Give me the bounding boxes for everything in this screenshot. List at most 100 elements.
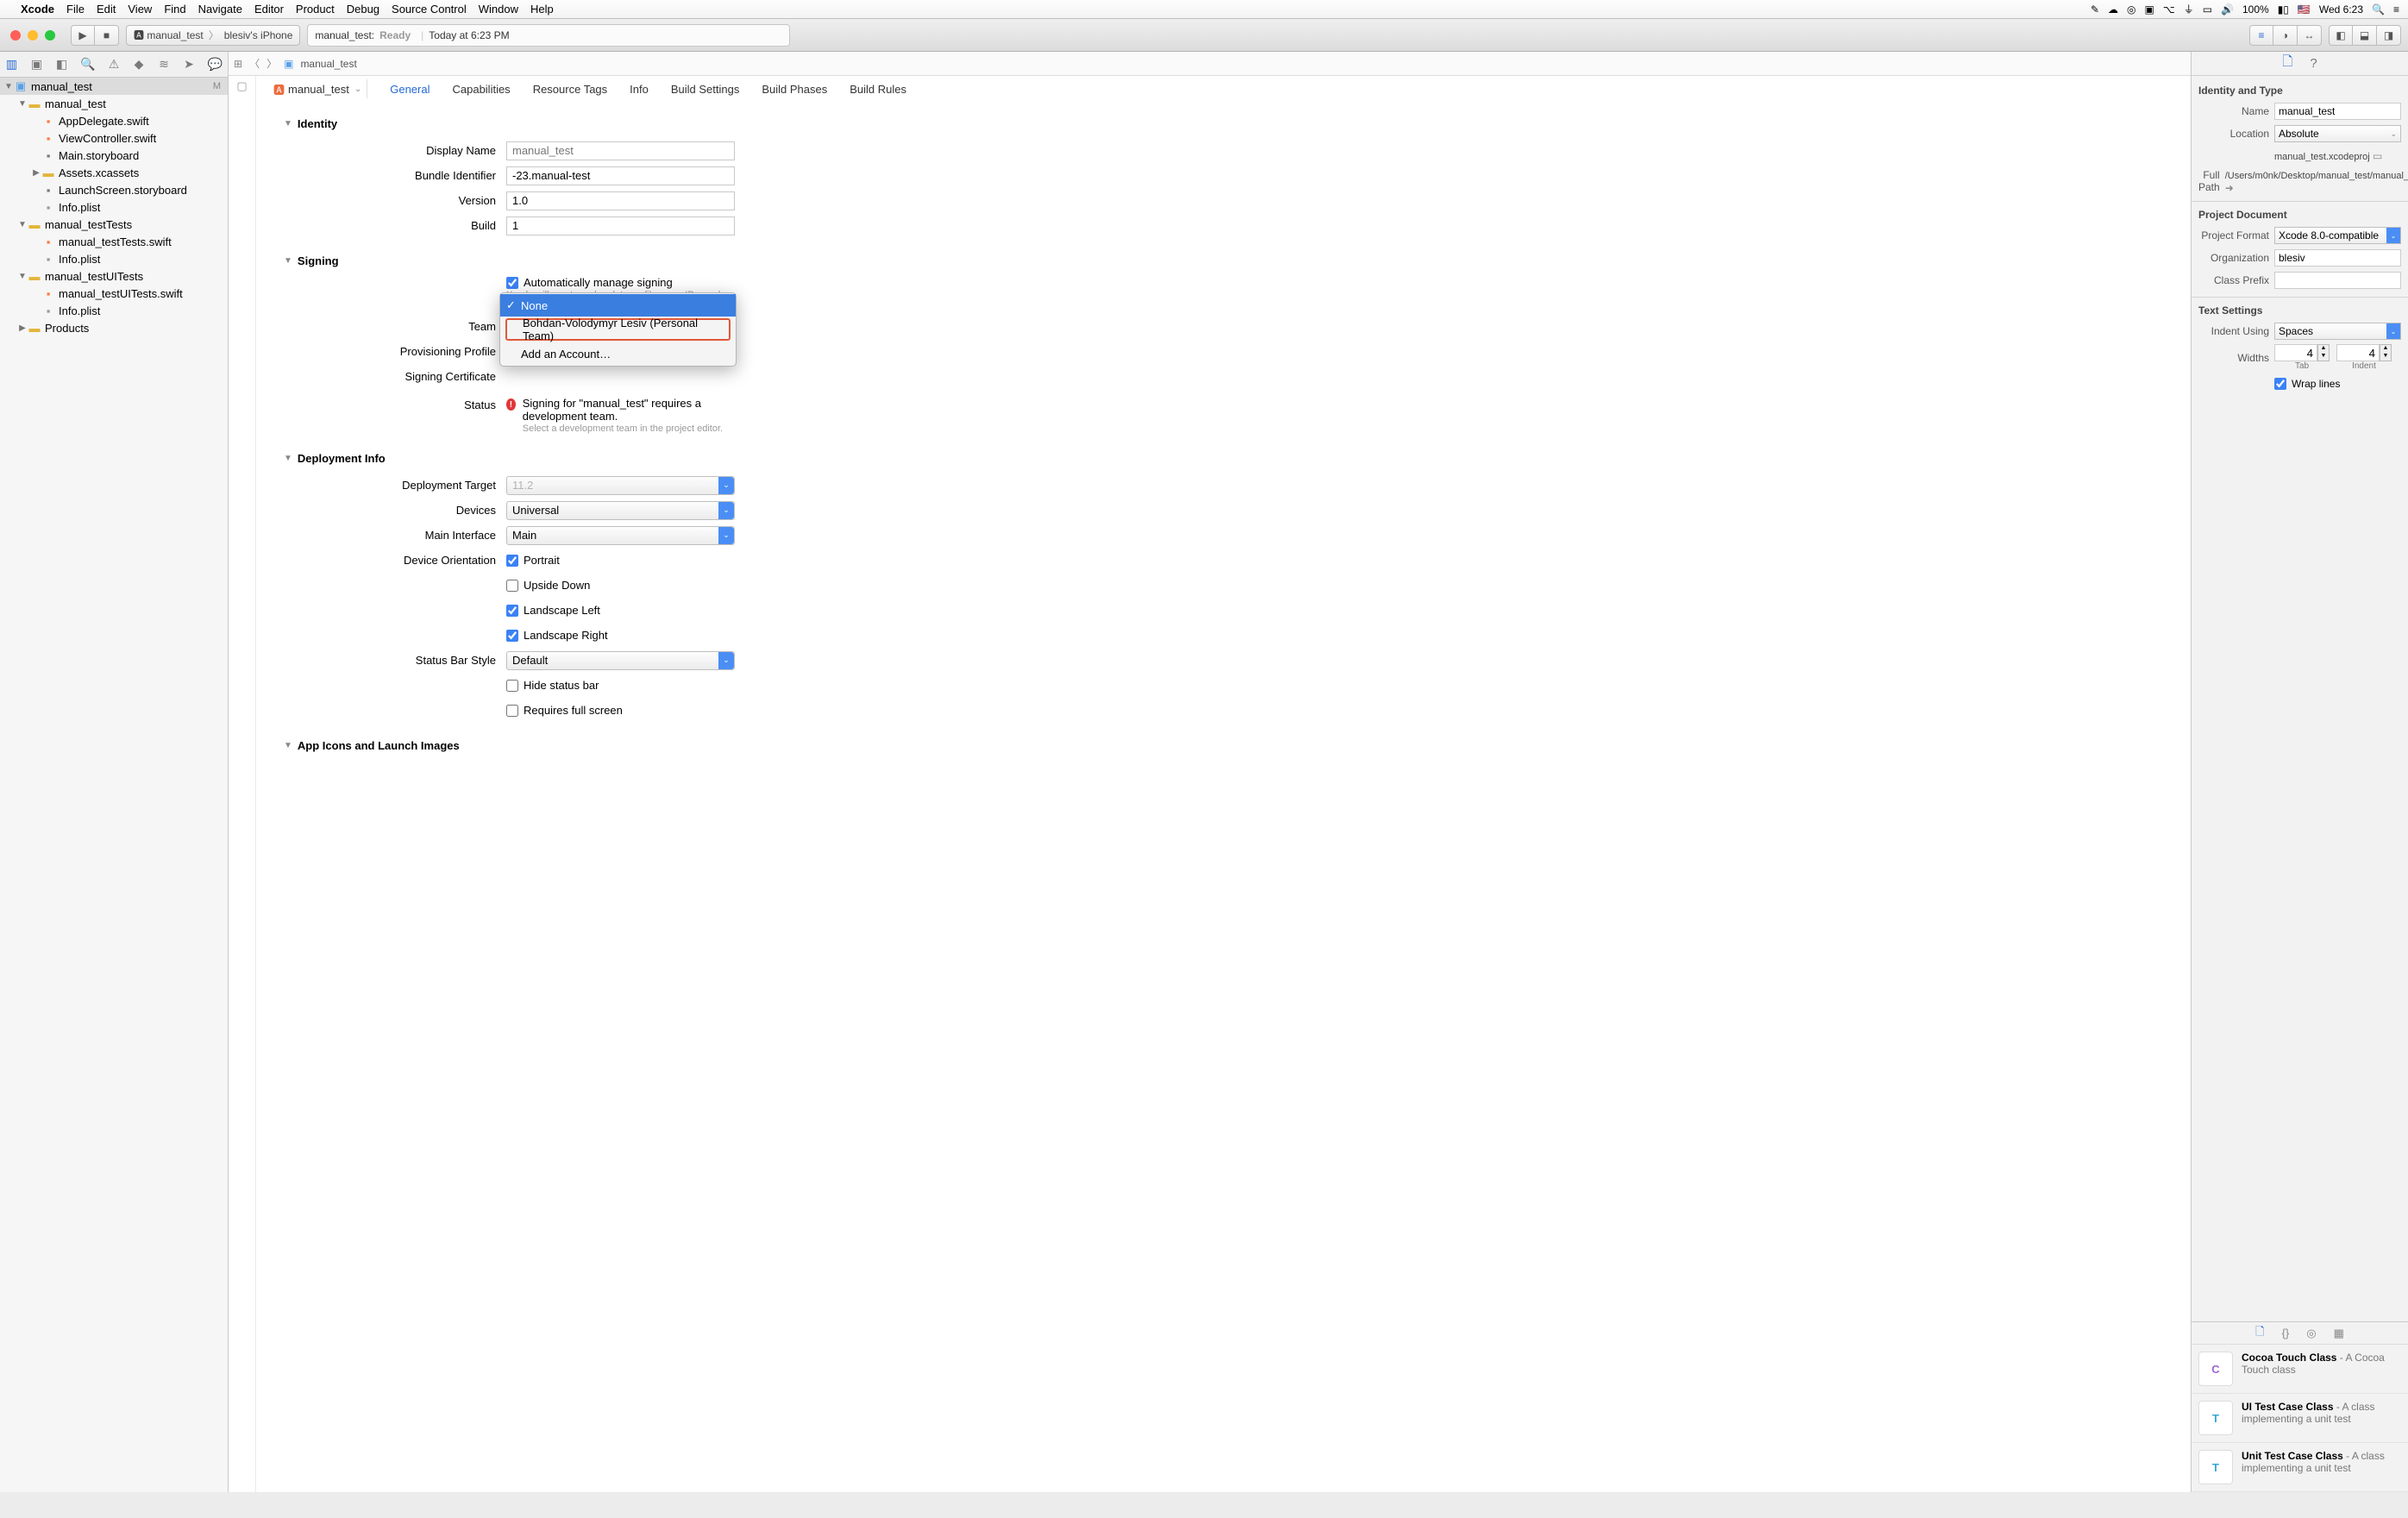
test-navigator-icon[interactable]: ◆ (133, 57, 146, 72)
media-library-icon[interactable]: ▦ (2334, 1327, 2344, 1340)
project-navigator-tree[interactable]: ▼ ▣ manual_test M ▼▬manual_test▪AppDeleg… (0, 78, 228, 1492)
menubar-status-icon[interactable]: ✎ (2091, 3, 2099, 16)
window-zoom-button[interactable] (45, 30, 55, 41)
team-option-add-account[interactable]: Add an Account… (500, 342, 736, 365)
scheme-selector[interactable]: 🅰 manual_test 〉 blesiv's iPhone (126, 25, 300, 46)
menubar-volume-icon[interactable]: 🔊 (2221, 3, 2234, 16)
source-control-navigator-icon[interactable]: ▣ (30, 57, 43, 72)
menubar-spotlight-icon[interactable]: 🔍 (2372, 3, 2385, 16)
library-item[interactable]: TUI Test Case Class - A class implementi… (2192, 1394, 2408, 1443)
nav-item[interactable]: ▶▬Products (0, 319, 228, 336)
menu-window[interactable]: Window (479, 3, 518, 16)
inspector-name-input[interactable] (2274, 103, 2401, 120)
indent-width-input[interactable] (2336, 344, 2380, 361)
devices-select[interactable]: Universal⌄ (506, 501, 735, 520)
indent-width-stepper[interactable]: ▲▼ (2380, 344, 2392, 361)
code-snippet-library-icon[interactable]: {} (2282, 1327, 2290, 1339)
menubar-wifi-icon[interactable]: ⏚ (2184, 2, 2194, 16)
nav-item[interactable]: ▪ViewController.swift (0, 129, 228, 147)
build-input[interactable] (506, 216, 735, 235)
orientation-portrait-checkbox[interactable] (506, 555, 518, 567)
panel-bottom-button[interactable]: ⬓ (2353, 25, 2377, 46)
related-items-icon[interactable]: ⊞ (234, 58, 242, 70)
tab-build-settings[interactable]: Build Settings (671, 83, 740, 96)
tab-info[interactable]: Info (630, 83, 649, 96)
menubar-notification-icon[interactable]: ≡ (2393, 3, 2399, 16)
editor-version-button[interactable]: ↔ (2298, 25, 2322, 46)
nav-item[interactable]: ▪Info.plist (0, 302, 228, 319)
class-prefix-input[interactable] (2274, 272, 2401, 289)
library-item[interactable]: TUnit Test Case Class - A class implemen… (2192, 1443, 2408, 1492)
menubar-status-icon[interactable]: ▣ (2145, 3, 2154, 16)
target-selector[interactable]: 🅰 manual_test ⌄ (268, 79, 367, 98)
deployment-target-select[interactable]: 11.2⌄ (506, 476, 735, 495)
issue-navigator-icon[interactable]: ⚠ (107, 57, 120, 72)
wrap-lines-checkbox[interactable] (2274, 378, 2286, 390)
editor-gutter[interactable]: ▢ (229, 76, 256, 1492)
jump-forward-icon[interactable]: 〉 (267, 56, 277, 71)
find-navigator-icon[interactable]: 🔍 (80, 57, 95, 72)
section-deployment-info[interactable]: ▼Deployment Info (284, 452, 2173, 465)
jump-back-icon[interactable]: 〈 (249, 56, 260, 71)
bundle-id-input[interactable] (506, 166, 735, 185)
menubar-status-icon[interactable]: ☁ (2108, 3, 2118, 16)
menu-debug[interactable]: Debug (347, 3, 379, 16)
debug-navigator-icon[interactable]: ≋ (158, 57, 171, 72)
menubar-flag-icon[interactable]: 🇺🇸 (2298, 3, 2311, 16)
symbol-navigator-icon[interactable]: ◧ (55, 57, 68, 72)
nav-project-root[interactable]: ▼ ▣ manual_test M (0, 78, 228, 95)
requires-full-screen-checkbox[interactable] (506, 705, 518, 717)
hide-status-bar-checkbox[interactable] (506, 680, 518, 692)
organization-input[interactable] (2274, 249, 2401, 267)
menubar-clock[interactable]: Wed 6:23 (2319, 3, 2363, 16)
menu-view[interactable]: View (128, 3, 152, 16)
nav-item[interactable]: ▪manual_testUITests.swift (0, 285, 228, 302)
menu-help[interactable]: Help (530, 3, 554, 16)
file-template-library-icon[interactable]: 🗋 (2255, 1324, 2264, 1343)
orientation-landscape-right-checkbox[interactable] (506, 630, 518, 642)
team-option-personal[interactable]: Bohdan-Volodymyr Lesiv (Personal Team) (505, 318, 731, 341)
project-format-select[interactable]: Xcode 8.0-compatible⌄ (2274, 227, 2401, 244)
panel-right-button[interactable]: ◨ (2377, 25, 2401, 46)
editor-assistant-button[interactable]: ◑ (2273, 25, 2298, 46)
nav-item[interactable]: ▪Info.plist (0, 250, 228, 267)
menubar-bluetooth-icon[interactable]: ⌥ (2163, 3, 2175, 16)
tab-build-rules[interactable]: Build Rules (850, 83, 906, 96)
panel-left-button[interactable]: ◧ (2329, 25, 2353, 46)
main-interface-select[interactable]: Main⌄ (506, 526, 735, 545)
orientation-landscape-left-checkbox[interactable] (506, 605, 518, 617)
nav-item[interactable]: ▼▬manual_test (0, 95, 228, 112)
app-menu[interactable]: Xcode (21, 3, 54, 16)
library-item[interactable]: CCocoa Touch Class - A Cocoa Touch class (2192, 1345, 2408, 1394)
orientation-upside-checkbox[interactable] (506, 580, 518, 592)
status-bar-style-select[interactable]: Default⌄ (506, 651, 735, 670)
jump-bar[interactable]: ⊞ 〈 〉 ▣ manual_test (229, 52, 2191, 76)
inspector-location-select[interactable]: Absolute⌄ (2274, 125, 2401, 142)
tab-capabilities[interactable]: Capabilities (452, 83, 510, 96)
report-navigator-icon[interactable]: 💬 (208, 57, 223, 72)
file-inspector-icon[interactable]: 🗋 (2282, 53, 2292, 74)
menubar-display-icon[interactable]: ▭ (2203, 3, 2212, 16)
nav-item[interactable]: ▪LaunchScreen.storyboard (0, 181, 228, 198)
team-option-none[interactable]: None (500, 294, 736, 317)
project-navigator-icon[interactable]: ▥ (5, 57, 18, 72)
menu-find[interactable]: Find (164, 3, 185, 16)
tab-general[interactable]: General (390, 83, 430, 96)
nav-item[interactable]: ▪manual_testTests.swift (0, 233, 228, 250)
menu-file[interactable]: File (66, 3, 85, 16)
menubar-status-icon[interactable]: ◎ (2127, 3, 2135, 16)
section-signing[interactable]: ▼Signing (284, 254, 2173, 267)
tab-build-phases[interactable]: Build Phases (762, 83, 827, 96)
window-minimize-button[interactable] (28, 30, 38, 41)
nav-item[interactable]: ▼▬manual_testUITests (0, 267, 228, 285)
nav-item[interactable]: ▪Main.storyboard (0, 147, 228, 164)
tab-width-stepper[interactable]: ▲▼ (2317, 344, 2330, 361)
indent-using-select[interactable]: Spaces⌄ (2274, 323, 2401, 340)
window-close-button[interactable] (10, 30, 21, 41)
breakpoint-navigator-icon[interactable]: ➤ (183, 57, 196, 72)
nav-item[interactable]: ▪AppDelegate.swift (0, 112, 228, 129)
section-identity[interactable]: ▼Identity (284, 117, 2173, 130)
menu-source-control[interactable]: Source Control (392, 3, 467, 16)
folder-icon[interactable]: ▭ (2373, 150, 2382, 162)
menu-product[interactable]: Product (296, 3, 335, 16)
